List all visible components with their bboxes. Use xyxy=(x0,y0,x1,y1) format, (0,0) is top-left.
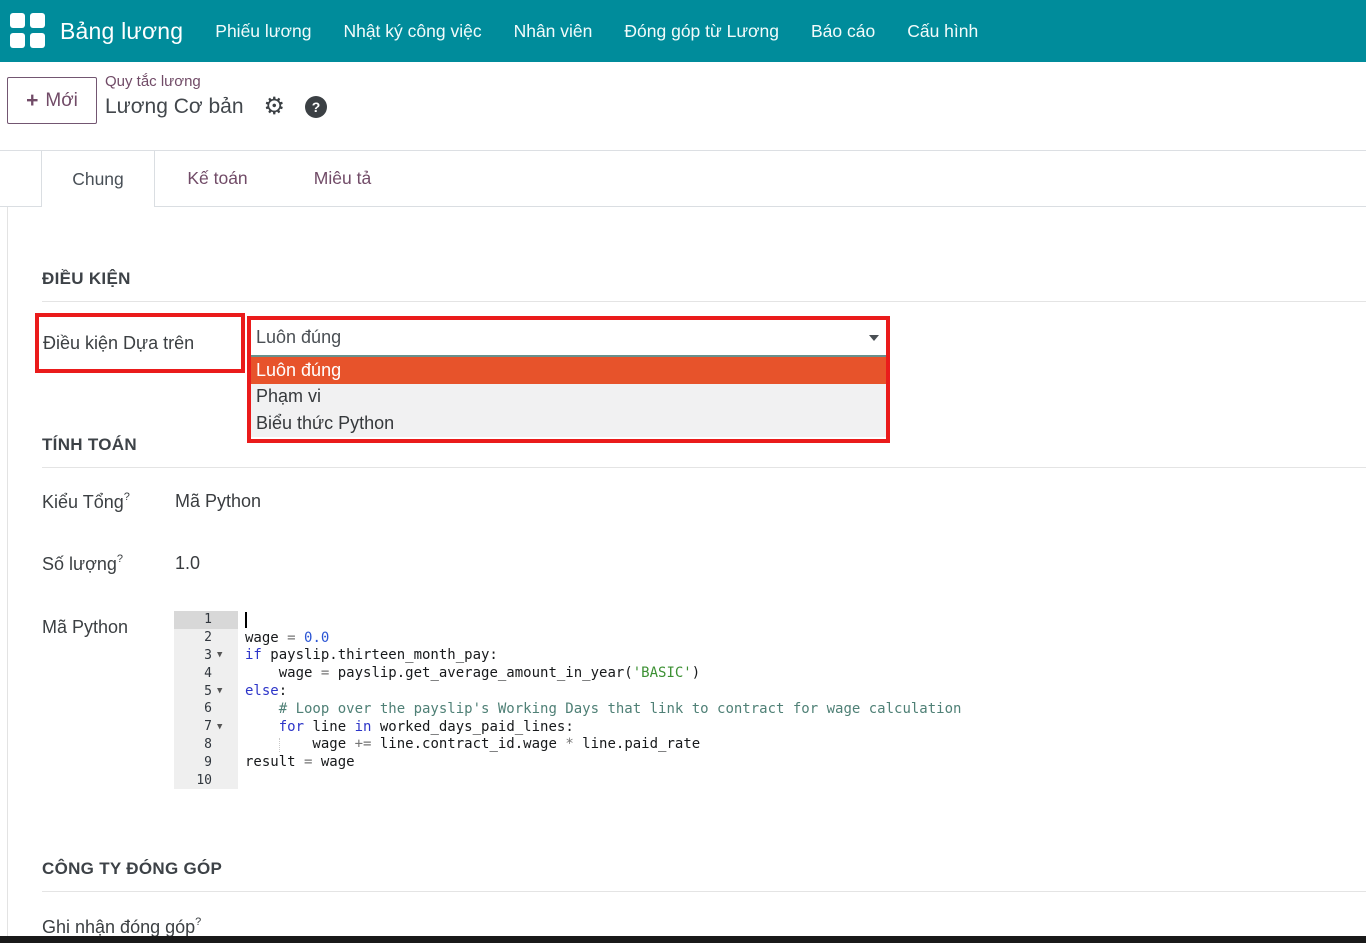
amount-type-label: Kiểu Tổng? xyxy=(42,491,130,513)
gutter-row: 4 xyxy=(174,664,238,682)
sheet-left-border xyxy=(7,207,8,936)
code-line[interactable]: result = wage xyxy=(238,753,1366,771)
indent-guide xyxy=(279,738,280,752)
condition-option-1[interactable]: Luôn đúng xyxy=(251,357,886,384)
section-rule xyxy=(42,891,1366,892)
apps-grid-square xyxy=(30,33,45,48)
code-line[interactable]: else: xyxy=(238,682,1366,700)
new-button-label: Mới xyxy=(45,90,78,112)
editor-gutter: 123▼45▼67▼8910 xyxy=(174,611,238,789)
breadcrumb: Quy tắc lương Lương Cơ bản ⚙ ? xyxy=(105,72,327,119)
fold-arrow-icon[interactable]: ▼ xyxy=(212,650,234,660)
condition-selected-value: Luôn đúng xyxy=(251,327,869,348)
gutter-row: 2 xyxy=(174,629,238,647)
condition-options-list: Luôn đúngPhạm viBiểu thức Python xyxy=(251,357,886,437)
code-line[interactable] xyxy=(238,771,1366,789)
fold-arrow-icon[interactable]: ▼ xyxy=(212,686,234,696)
quantity-label: Số lượng? xyxy=(42,553,123,575)
python-code-editor[interactable]: 123▼45▼67▼8910 wage = 0.0if payslip.thir… xyxy=(174,611,1366,797)
code-line[interactable]: for line in worked_days_paid_lines: xyxy=(238,718,1366,736)
code-line[interactable]: wage += line.contract_id.wage * line.pai… xyxy=(238,736,1366,754)
nav-item-2[interactable]: Nhật ký công việc xyxy=(327,0,497,62)
record-title: Lương Cơ bản xyxy=(105,95,244,119)
python-code-label: Mã Python xyxy=(42,617,128,638)
code-line[interactable]: # Loop over the payslip's Working Days t… xyxy=(238,700,1366,718)
fold-arrow-icon[interactable]: ▼ xyxy=(212,722,234,732)
breadcrumb-parent-link[interactable]: Quy tắc lương xyxy=(105,72,327,91)
gutter-row: 9 xyxy=(174,753,238,771)
nav-item-6[interactable]: Cấu hình xyxy=(891,0,994,62)
tab-2[interactable]: Kế toán xyxy=(155,151,280,207)
field-help-marker: ? xyxy=(124,491,130,503)
apps-grid-square xyxy=(30,13,45,28)
gutter-row: 1 xyxy=(174,611,238,629)
condition-option-2[interactable]: Phạm vi xyxy=(251,384,886,411)
amount-type-value[interactable]: Mã Python xyxy=(175,491,261,512)
plus-icon: + xyxy=(26,90,38,111)
code-line[interactable]: wage = 0.0 xyxy=(238,629,1366,647)
code-line[interactable] xyxy=(238,611,1366,629)
gutter-row: 10 xyxy=(174,771,238,789)
app-name-menu[interactable]: Bảng lương xyxy=(60,18,183,45)
condition-field-label: Điều kiện Dựa trên xyxy=(43,333,194,354)
tab-right-filler xyxy=(405,151,1366,207)
gutter-row: 3▼ xyxy=(174,647,238,665)
condition-select[interactable]: Luôn đúng xyxy=(251,320,886,357)
help-question-icon[interactable]: ? xyxy=(305,96,327,118)
apps-grid-square xyxy=(10,13,25,28)
gutter-row: 5▼ xyxy=(174,682,238,700)
field-help-marker: ? xyxy=(117,553,123,565)
tab-3[interactable]: Miêu tả xyxy=(280,151,405,207)
gutter-row: 8 xyxy=(174,736,238,754)
window-bottom-edge xyxy=(0,936,1366,943)
condition-option-3[interactable]: Biểu thức Python xyxy=(251,410,886,437)
payroll-salary-rule-page: Bảng lương Phiếu lươngNhật ký công việcN… xyxy=(0,0,1366,943)
nav-item-3[interactable]: Nhân viên xyxy=(498,0,609,62)
gutter-row: 7▼ xyxy=(174,718,238,736)
nav-item-1[interactable]: Phiếu lương xyxy=(199,0,327,62)
quantity-value[interactable]: 1.0 xyxy=(175,553,200,574)
section-title-company-contribution: CÔNG TY ĐÓNG GÓP xyxy=(42,859,222,879)
top-navbar: Bảng lương Phiếu lươngNhật ký công việcN… xyxy=(0,0,1366,62)
editor-cursor xyxy=(245,612,247,628)
field-help-marker: ? xyxy=(195,916,201,928)
code-line[interactable]: wage = payslip.get_average_amount_in_yea… xyxy=(238,664,1366,682)
form-sheet: ĐIỀU KIỆN Điều kiện Dựa trên Luôn đúng L… xyxy=(0,207,1366,936)
gutter-row: 6 xyxy=(174,700,238,718)
contribution-label: Ghi nhận đóng góp? xyxy=(42,916,201,938)
condition-dropdown-annotation-box: Luôn đúng Luôn đúngPhạm viBiểu thức Pyth… xyxy=(247,316,890,443)
condition-label-annotation-box: Điều kiện Dựa trên xyxy=(35,313,245,373)
section-rule xyxy=(42,301,1366,302)
section-title-condition: ĐIỀU KIỆN xyxy=(42,269,131,289)
section-rule xyxy=(42,467,1366,468)
apps-grid-square xyxy=(10,33,25,48)
tab-left-spacer xyxy=(0,151,41,207)
apps-grid-icon[interactable] xyxy=(10,13,46,49)
navbar-menu: Phiếu lươngNhật ký công việcNhân viênĐón… xyxy=(199,0,994,62)
control-panel: + Mới Quy tắc lương Lương Cơ bản ⚙ ? xyxy=(0,62,1366,151)
gear-icon[interactable]: ⚙ xyxy=(264,95,286,119)
code-line[interactable]: if payslip.thirteen_month_pay: xyxy=(238,647,1366,665)
nav-item-4[interactable]: Đóng góp từ Lương xyxy=(608,0,795,62)
notebook-tabs: ChungKế toánMiêu tả xyxy=(0,151,1366,207)
tab-1[interactable]: Chung xyxy=(41,151,155,207)
editor-code-area[interactable]: wage = 0.0if payslip.thirteen_month_pay:… xyxy=(238,611,1366,789)
new-record-button[interactable]: + Mới xyxy=(7,77,97,124)
caret-down-icon xyxy=(869,335,879,341)
section-title-computation: TÍNH TOÁN xyxy=(42,435,137,455)
nav-item-5[interactable]: Báo cáo xyxy=(795,0,891,62)
